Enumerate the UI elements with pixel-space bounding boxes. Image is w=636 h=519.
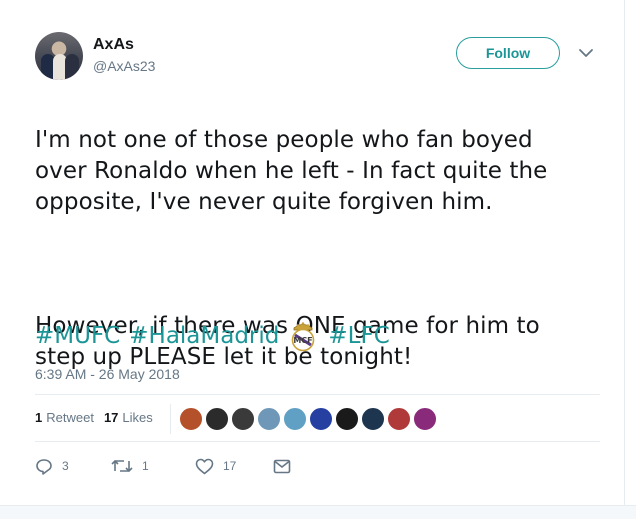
- divider: [35, 441, 600, 442]
- chevron-down-icon[interactable]: [578, 47, 594, 59]
- likers-avatars: [170, 403, 439, 435]
- avatar-figure: [65, 54, 79, 80]
- user-name[interactable]: AxAs: [93, 36, 134, 54]
- retweet-action-count: 1: [142, 459, 149, 473]
- page-background-strip: [0, 505, 636, 519]
- reply-count: 3: [62, 459, 69, 473]
- direct-message-button[interactable]: [273, 459, 291, 474]
- hashtag-link[interactable]: #HalaMadrid: [129, 323, 279, 349]
- liker-avatar[interactable]: [283, 407, 307, 431]
- liker-avatar[interactable]: [361, 407, 385, 431]
- avatar[interactable]: [35, 32, 83, 80]
- direct-message-icon: [273, 459, 291, 473]
- retweet-count[interactable]: 1: [35, 410, 42, 425]
- reply-icon: [36, 458, 52, 475]
- liker-avatar[interactable]: [179, 407, 203, 431]
- divider: [35, 394, 600, 395]
- divider: [170, 404, 171, 434]
- hashtag-row: #MUFC #HalaMadrid MCF #LFC: [35, 318, 399, 354]
- like-action-count: 17: [223, 459, 237, 473]
- like-button[interactable]: 17: [195, 458, 273, 475]
- retweet-button[interactable]: 1: [111, 458, 195, 474]
- liker-avatar[interactable]: [257, 407, 281, 431]
- retweet-label[interactable]: Retweet: [46, 410, 94, 425]
- tweet-paragraph: I'm not one of those people who fan boye…: [35, 127, 548, 215]
- liker-avatar[interactable]: [387, 407, 411, 431]
- liker-avatar[interactable]: [335, 407, 359, 431]
- liker-avatar[interactable]: [205, 407, 229, 431]
- liker-avatar[interactable]: [231, 407, 255, 431]
- card-border: [624, 0, 625, 505]
- follow-button[interactable]: Follow: [456, 37, 560, 69]
- likes-count[interactable]: 17: [104, 410, 118, 425]
- hashtag-link[interactable]: #MUFC: [35, 323, 120, 349]
- action-bar: 3 1 17: [35, 455, 291, 477]
- liker-avatar[interactable]: [309, 407, 333, 431]
- liker-avatar[interactable]: [413, 407, 437, 431]
- like-icon: [195, 458, 214, 474]
- tweet-timestamp[interactable]: 6:39 AM - 26 May 2018: [35, 366, 180, 382]
- hashtag-link[interactable]: #LFC: [328, 323, 389, 349]
- tweet-card: AxAs @AxAs23 Follow I'm not one of those…: [0, 0, 624, 505]
- user-handle[interactable]: @AxAs23: [93, 58, 155, 74]
- svg-text:MCF: MCF: [294, 336, 313, 345]
- likes-label[interactable]: Likes: [122, 410, 152, 425]
- retweet-icon: [111, 459, 133, 473]
- real-madrid-crest-icon: MCF: [292, 322, 315, 352]
- tweet-text: I'm not one of those people who fan boye…: [35, 94, 615, 404]
- reply-button[interactable]: 3: [35, 458, 111, 475]
- engagement-stats: 1 Retweet 17 Likes: [35, 410, 153, 425]
